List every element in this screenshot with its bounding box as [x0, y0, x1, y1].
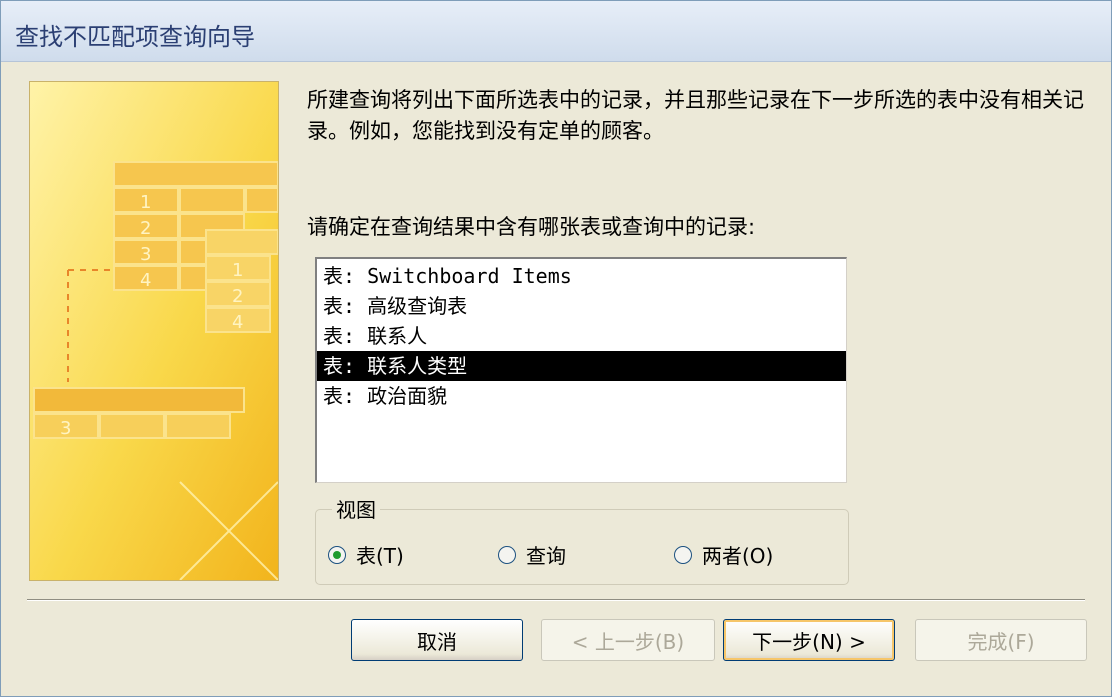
selection-prompt: 请确定在查询结果中含有哪张表或查询中的记录:	[307, 215, 756, 239]
radio-unchecked-icon[interactable]	[674, 545, 692, 564]
table-listbox[interactable]: 表: Switchboard Items 表: 高级查询表 表: 联系人 表: …	[315, 257, 847, 483]
finish-button[interactable]: 完成(F)	[915, 619, 1087, 661]
wizard-window: 查找不匹配项查询向导 1 2 3 4 1 2 4 3 所建查询将列出下面所选表中…	[0, 0, 1112, 697]
radio-label: 查询	[526, 544, 566, 568]
cancel-button[interactable]: 取消	[351, 619, 523, 661]
illustration-label: 2	[232, 286, 243, 307]
illustration-label: 2	[140, 218, 151, 239]
illustration-label: 4	[140, 270, 151, 291]
illustration-label: 3	[60, 418, 71, 439]
view-group-legend: 视图	[332, 494, 380, 523]
radio-unchecked-icon[interactable]	[498, 545, 516, 564]
radio-label: 表(T)	[356, 544, 404, 568]
illustration-label: 1	[140, 192, 151, 213]
list-item[interactable]: 表: 联系人	[317, 321, 846, 351]
list-item[interactable]: 表: Switchboard Items	[317, 261, 846, 291]
separator	[27, 599, 1085, 601]
back-button[interactable]: < 上一步(B)	[541, 619, 715, 661]
list-item[interactable]: 表: 政治面貌	[317, 381, 846, 411]
radio-both[interactable]: 两者(O)	[674, 540, 773, 569]
radio-queries[interactable]: 查询	[498, 540, 566, 569]
window-title: 查找不匹配项查询向导	[15, 23, 255, 51]
wizard-description: 所建查询将列出下面所选表中的记录，并且那些记录在下一步所选的表中没有相关记录。例…	[307, 88, 1084, 143]
radio-checked-icon[interactable]	[328, 545, 346, 564]
illustration-label: 1	[232, 260, 243, 281]
illustration-label: 3	[140, 244, 151, 265]
radio-tables[interactable]: 表(T)	[328, 540, 404, 569]
title-bar: 查找不匹配项查询向导	[1, 1, 1111, 62]
list-item-selected[interactable]: 表: 联系人类型	[317, 351, 846, 381]
list-item[interactable]: 表: 高级查询表	[317, 291, 846, 321]
view-groupbox: 视图 表(T) 查询 两者(O)	[315, 494, 849, 585]
radio-label: 两者(O)	[702, 544, 774, 568]
next-button[interactable]: 下一步(N) >	[723, 619, 895, 661]
wizard-illustration: 1 2 3 4 1 2 4 3	[29, 81, 279, 581]
illustration-label: 4	[232, 312, 243, 333]
tables-illustration-icon: 1 2 3 4 1 2 4 3	[30, 82, 278, 580]
